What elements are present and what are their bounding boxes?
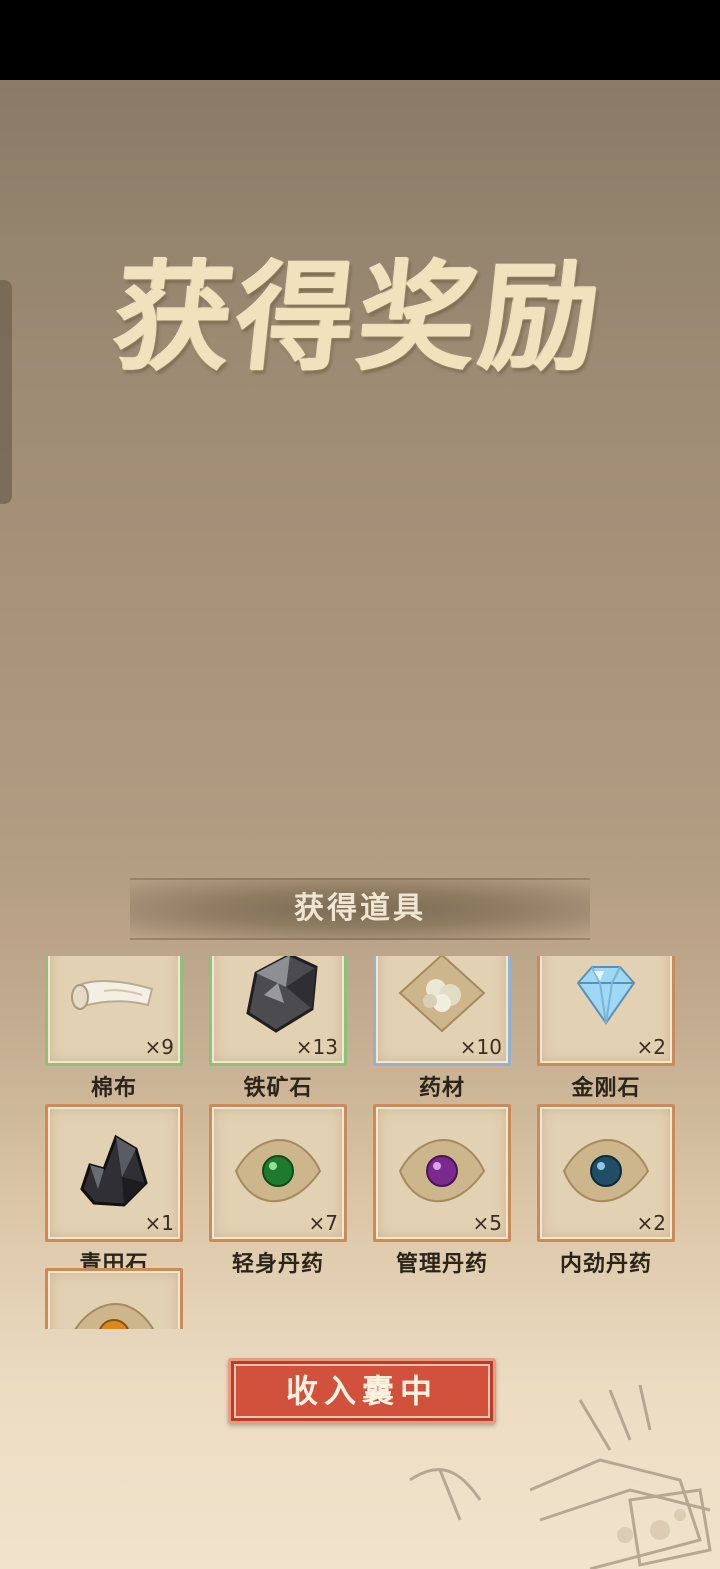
reward-item[interactable]: ×2 金刚石 — [537, 956, 677, 1101]
item-quantity: ×7 — [308, 1211, 338, 1235]
item-name: 管理丹药 — [395, 1252, 488, 1277]
item-card[interactable]: ×2 — [537, 956, 675, 1066]
item-quantity: ×2 — [636, 1211, 666, 1235]
items-section-title: 获得道具 — [294, 891, 426, 926]
item-card[interactable]: ×13 — [209, 956, 347, 1066]
item-card[interactable]: ×5 — [373, 1104, 511, 1242]
reward-title: 获得奖励 — [107, 248, 611, 387]
iron-ore-icon — [246, 956, 318, 1033]
item-quantity: ×10 — [459, 1035, 502, 1059]
reward-item[interactable]: ×1 青田石 — [45, 1104, 185, 1277]
orange-pill-icon — [74, 1303, 155, 1329]
item-quantity: ×5 — [472, 1211, 502, 1235]
reward-item[interactable]: ×13 铁矿石 — [209, 956, 349, 1101]
item-quantity: ×9 — [144, 1035, 174, 1059]
item-name: 内劲丹药 — [559, 1252, 652, 1277]
herbs-icon — [398, 956, 486, 1033]
blue-pill-icon — [562, 1139, 650, 1203]
item-quantity: ×1 — [144, 1211, 174, 1235]
reward-item[interactable]: ×10 药材 — [373, 956, 513, 1101]
reward-item[interactable]: ×7 轻身丹药 — [209, 1104, 349, 1277]
item-name: 药材 — [418, 1076, 465, 1101]
item-name: 轻身丹药 — [231, 1252, 324, 1277]
status-bar — [0, 0, 720, 80]
reward-item[interactable]: ×5 管理丹药 — [373, 1104, 513, 1277]
item-quantity: ×2 — [636, 1035, 666, 1059]
item-card[interactable] — [45, 1268, 183, 1329]
reward-item[interactable] — [45, 1268, 185, 1329]
green-pill-icon — [234, 1139, 322, 1203]
reward-item-grid[interactable]: ×9 棉布 ×13 铁矿石 ×10 药材 ×2 金刚石 ×1 青田石 ×7 轻身… — [0, 956, 720, 1329]
item-name: 金刚石 — [571, 1076, 641, 1101]
reward-item[interactable]: ×2 内劲丹药 — [537, 1104, 677, 1277]
item-name: 铁矿石 — [243, 1076, 313, 1101]
items-section-header: 获得道具 — [130, 878, 590, 940]
purple-pill-icon — [398, 1139, 486, 1203]
dark-stone-icon — [80, 1134, 148, 1207]
cloth-scroll-icon — [71, 980, 154, 1010]
item-card[interactable]: ×9 — [45, 956, 183, 1066]
item-name: 棉布 — [90, 1076, 137, 1101]
item-card[interactable]: ×10 — [373, 956, 511, 1066]
reward-item[interactable]: ×9 棉布 — [45, 956, 185, 1101]
diamond-icon — [576, 966, 636, 1025]
treasure-chest-illustration — [409, 1384, 712, 1569]
item-card[interactable]: ×1 — [45, 1104, 183, 1242]
item-card[interactable]: ×7 — [209, 1104, 347, 1242]
item-card[interactable]: ×2 — [537, 1104, 675, 1242]
item-quantity: ×13 — [295, 1035, 338, 1059]
